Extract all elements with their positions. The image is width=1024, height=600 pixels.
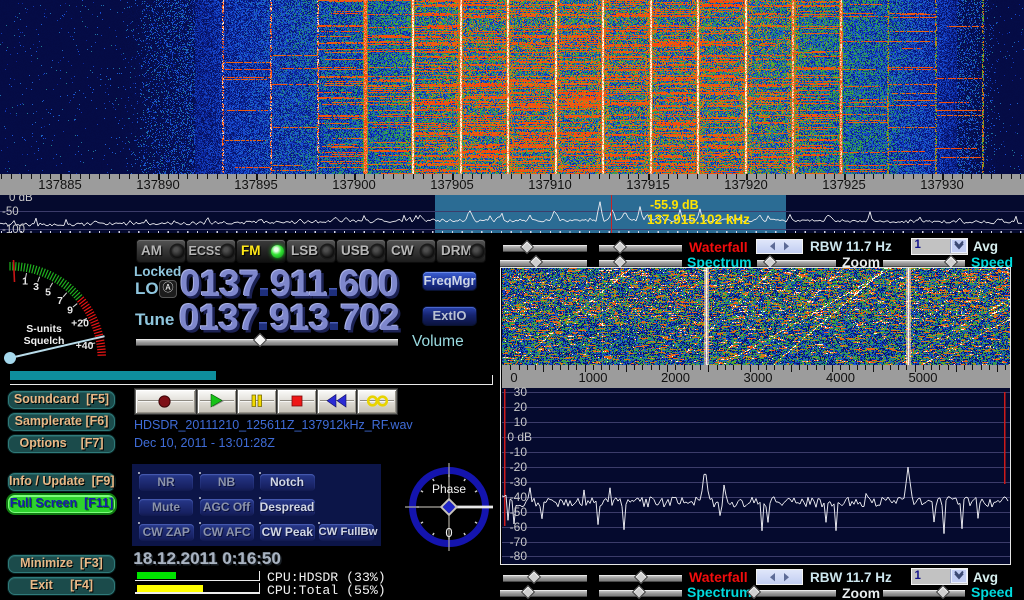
svg-text:3: 3 (33, 281, 39, 293)
svg-text:0: 0 (445, 525, 452, 540)
svg-text:1: 1 (22, 276, 28, 288)
svg-text:7: 7 (57, 295, 63, 307)
svg-text:Phase: Phase (431, 482, 465, 496)
svg-text:Squelch: Squelch (24, 335, 65, 347)
svg-text:9: 9 (67, 304, 73, 316)
svg-text:5: 5 (45, 286, 51, 298)
svg-text:S-units: S-units (26, 323, 62, 335)
